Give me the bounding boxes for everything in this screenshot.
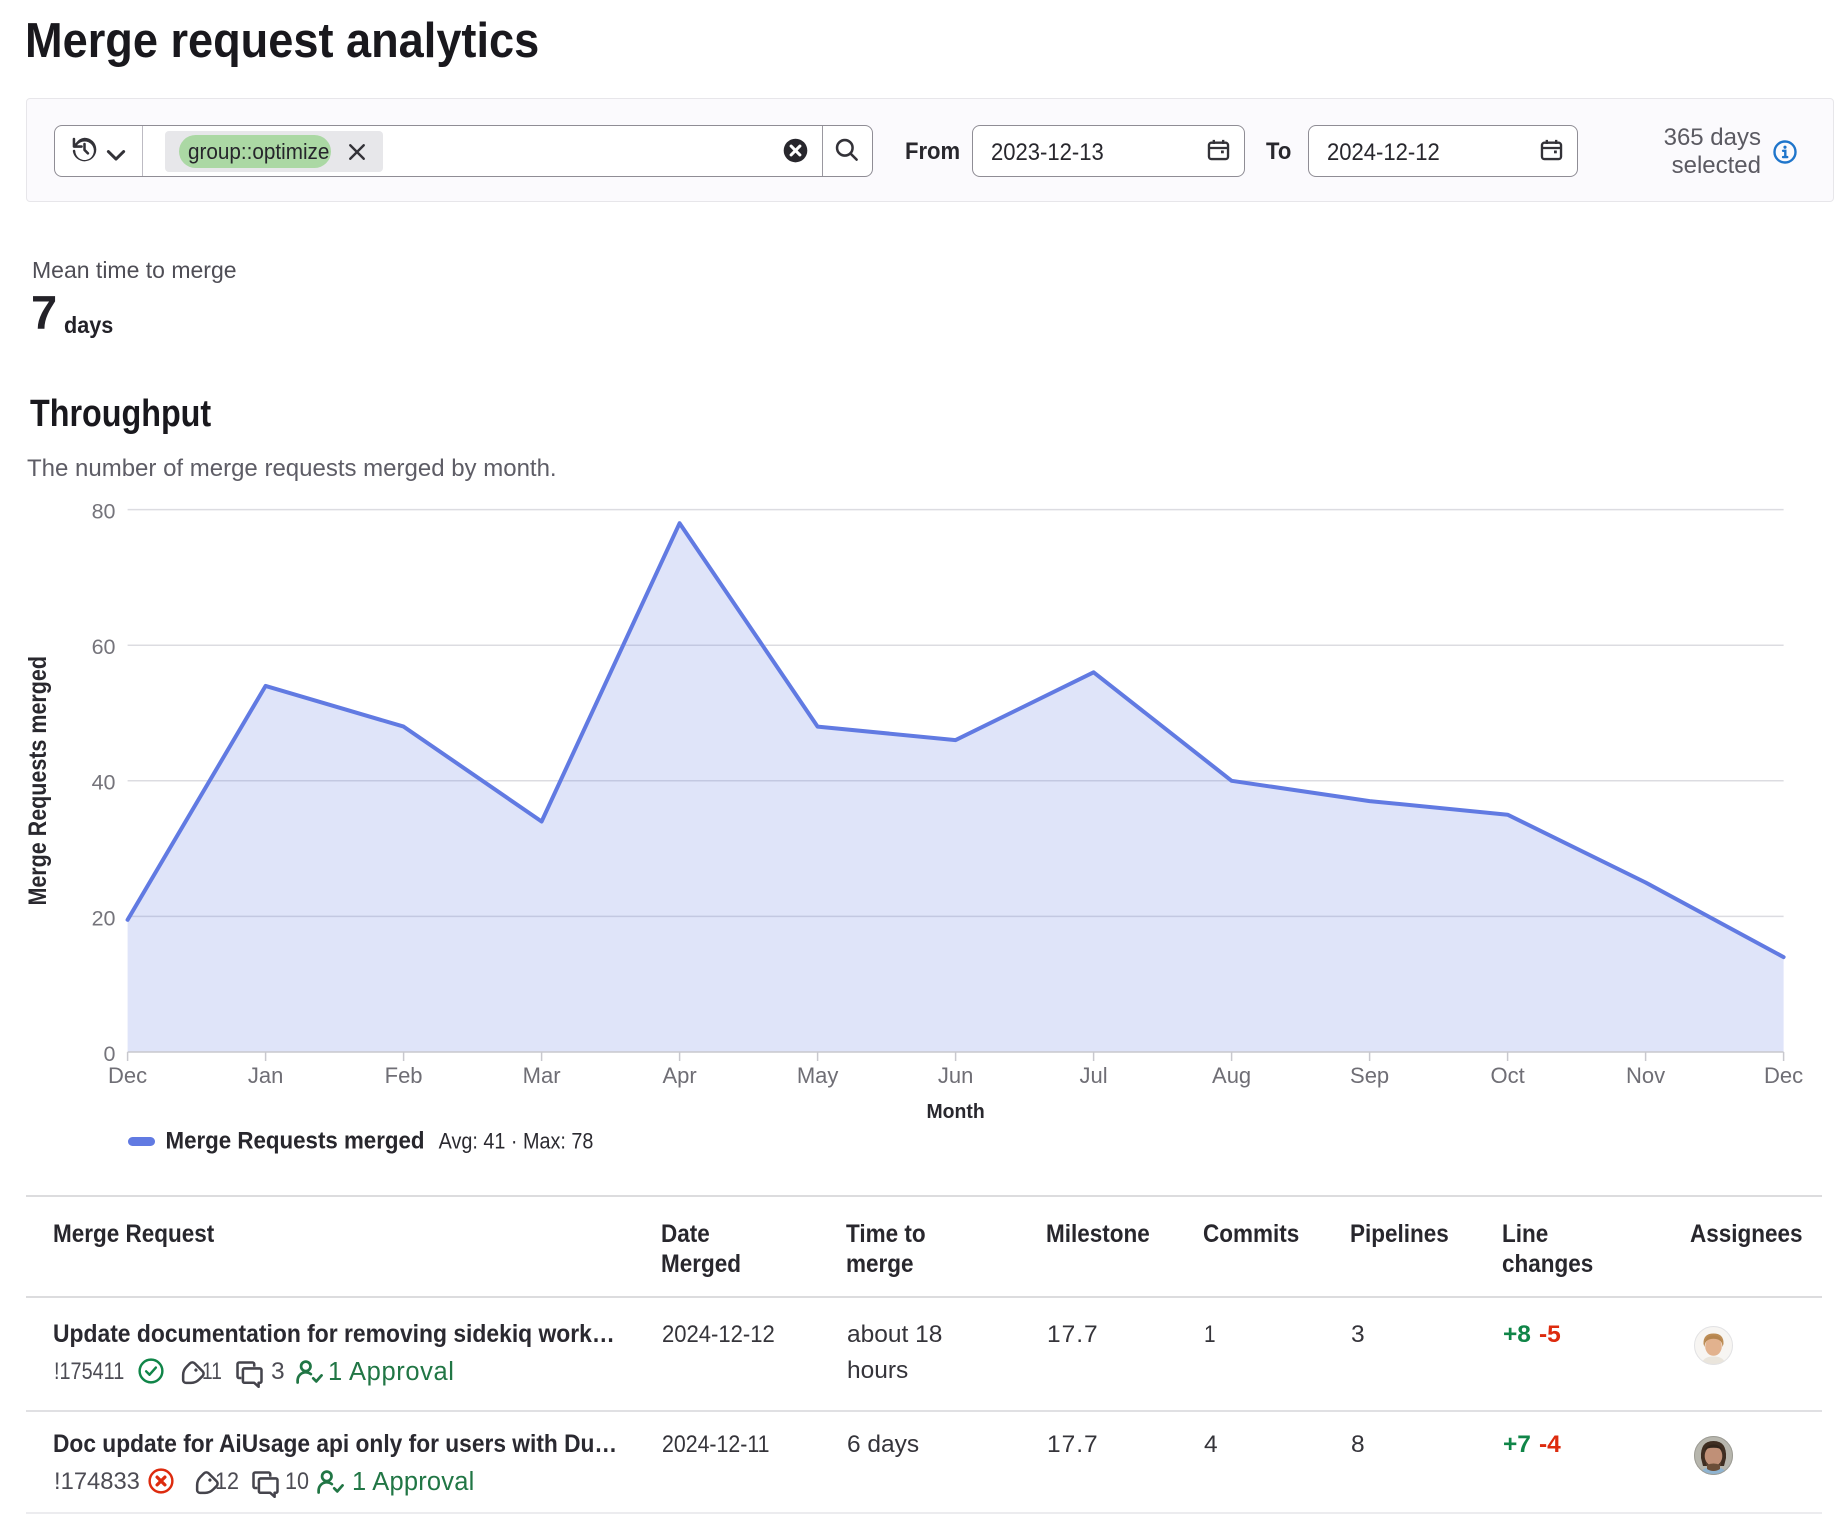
svg-text:60: 60 (92, 635, 116, 659)
svg-text:May: May (797, 1063, 839, 1088)
svg-text:Nov: Nov (1626, 1063, 1665, 1088)
svg-text:Jun: Jun (938, 1063, 973, 1088)
svg-text:20: 20 (92, 906, 116, 930)
svg-text:Avg: 41 · Max: 78: Avg: 41 · Max: 78 (439, 1130, 594, 1154)
svg-text:Month: Month (927, 1101, 985, 1123)
svg-text:Jan: Jan (248, 1063, 283, 1088)
svg-text:Merge Requests merged: Merge Requests merged (23, 656, 51, 906)
svg-text:80: 80 (92, 500, 116, 524)
svg-text:Feb: Feb (385, 1063, 423, 1088)
svg-text:Sep: Sep (1350, 1063, 1389, 1088)
svg-text:Mar: Mar (523, 1063, 561, 1088)
svg-text:Merge Requests merged: Merge Requests merged (166, 1127, 425, 1154)
svg-text:40: 40 (92, 771, 116, 795)
svg-text:Dec: Dec (108, 1063, 147, 1088)
svg-text:Jul: Jul (1080, 1063, 1108, 1088)
svg-text:Apr: Apr (662, 1063, 696, 1088)
svg-text:Oct: Oct (1490, 1063, 1524, 1088)
svg-text:Aug: Aug (1212, 1063, 1251, 1088)
svg-text:Dec: Dec (1764, 1063, 1803, 1088)
